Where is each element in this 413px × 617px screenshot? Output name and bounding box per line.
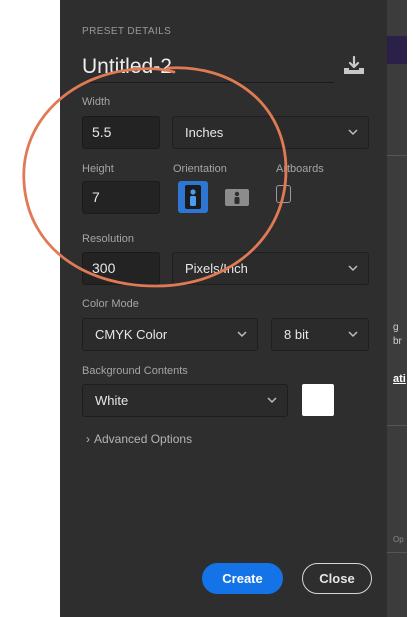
artboards-label: Artboards <box>276 163 324 175</box>
close-button[interactable]: Close <box>302 563 372 594</box>
document-name-underline <box>82 82 334 83</box>
bit-depth-select[interactable]: 8 bit <box>271 318 369 351</box>
width-input[interactable]: 5.5 <box>82 116 160 149</box>
background-divider <box>387 552 407 553</box>
color-mode-select[interactable]: CMYK Color <box>82 318 258 351</box>
chevron-right-icon: › <box>86 432 90 446</box>
orientation-label: Orientation <box>173 163 227 175</box>
background-contents-select[interactable]: White <box>82 384 288 417</box>
section-title: PRESET DETAILS <box>82 26 172 37</box>
background-text-fragment: br <box>393 336 402 347</box>
resolution-label: Resolution <box>82 233 134 245</box>
chevron-down-icon <box>237 331 247 338</box>
height-input[interactable]: 7 <box>82 181 160 214</box>
orientation-landscape-button[interactable] <box>222 181 252 213</box>
background-divider <box>387 425 407 426</box>
width-unit-select[interactable]: Inches <box>172 116 369 149</box>
bit-depth-value: 8 bit <box>284 327 309 342</box>
height-label: Height <box>82 163 114 175</box>
background-title-bar <box>387 36 407 64</box>
document-name-input[interactable]: Untitled-2 <box>82 54 172 80</box>
advanced-options-toggle[interactable]: › Advanced Options <box>86 432 192 446</box>
background-color-swatch[interactable] <box>302 384 334 416</box>
chevron-down-icon <box>348 265 358 272</box>
chevron-down-icon <box>267 397 277 404</box>
artboards-checkbox[interactable] <box>276 185 291 203</box>
color-mode-label: Color Mode <box>82 298 139 310</box>
landscape-icon <box>225 189 249 206</box>
orientation-portrait-button[interactable] <box>178 181 208 213</box>
background-window: g br ati Op <box>387 0 407 617</box>
advanced-options-label: Advanced Options <box>94 432 193 446</box>
background-divider <box>387 155 407 156</box>
background-text-fragment: g <box>393 322 399 333</box>
create-button[interactable]: Create <box>202 563 283 594</box>
resolution-unit-value: Pixels/Inch <box>185 261 248 276</box>
chevron-down-icon <box>348 129 358 136</box>
width-label: Width <box>82 96 111 108</box>
width-unit-value: Inches <box>185 125 224 140</box>
background-contents-label: Background Contents <box>82 365 188 377</box>
portrait-icon <box>185 185 201 209</box>
background-link-fragment: ati <box>393 373 406 385</box>
resolution-input[interactable]: 300 <box>82 252 160 285</box>
resolution-unit-select[interactable]: Pixels/Inch <box>172 252 369 285</box>
background-text-fragment: Op <box>393 535 404 544</box>
background-contents-value: White <box>95 393 129 408</box>
chevron-down-icon <box>348 331 358 338</box>
save-preset-icon[interactable] <box>342 56 366 76</box>
color-mode-value: CMYK Color <box>95 327 168 342</box>
